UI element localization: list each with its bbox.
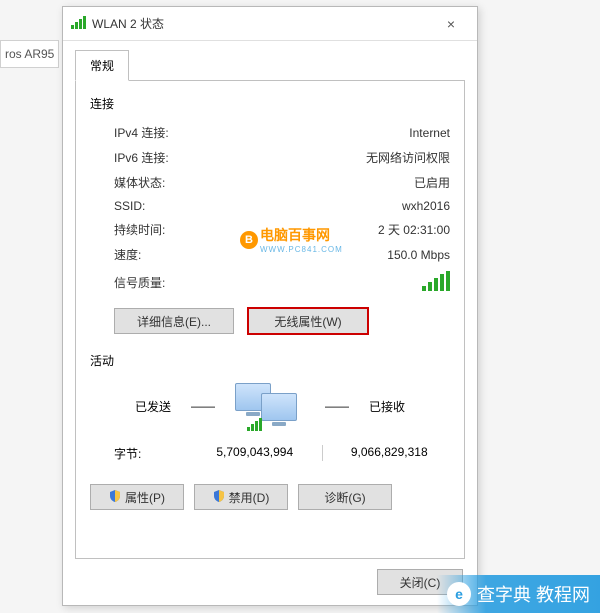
- row-signal: 信号质量:: [90, 267, 450, 298]
- corner-watermark-text: 查字典 教程网: [477, 581, 590, 607]
- ipv4-value: Internet: [409, 126, 450, 140]
- diagnose-button-label: 诊断(G): [324, 489, 365, 506]
- signal-value: [422, 271, 450, 294]
- bytes-row: 字节: 5,709,043,994 9,066,829,318: [90, 435, 450, 466]
- dash-right: ——: [325, 399, 349, 413]
- ipv6-label: IPv6 连接:: [114, 149, 366, 166]
- corner-watermark: e 查字典 教程网: [437, 575, 600, 613]
- row-ipv6: IPv6 连接: 无网络访问权限: [90, 145, 450, 170]
- wireless-properties-button[interactable]: 无线属性(W): [248, 308, 368, 334]
- row-ssid: SSID: wxh2016: [90, 195, 450, 217]
- activity-group-label: 活动: [90, 352, 450, 369]
- tab-strip: 常规: [63, 41, 477, 80]
- row-duration: 持续时间: 2 天 02:31:00: [90, 217, 450, 242]
- connection-buttons: 详细信息(E)... 无线属性(W): [90, 298, 450, 338]
- details-button[interactable]: 详细信息(E)...: [114, 308, 234, 334]
- disable-button[interactable]: 禁用(D): [194, 484, 288, 510]
- row-media: 媒体状态: 已启用: [90, 170, 450, 195]
- row-ipv4: IPv4 连接: Internet: [90, 120, 450, 145]
- signal-bars-icon: [422, 271, 450, 291]
- properties-button[interactable]: 属性(P): [90, 484, 184, 510]
- wlan-status-dialog: WLAN 2 状态 × 常规 连接 IPv4 连接: Internet IPv6…: [62, 6, 478, 606]
- ssid-label: SSID:: [114, 199, 402, 213]
- tab-body: 连接 IPv4 连接: Internet IPv6 连接: 无网络访问权限 媒体…: [75, 80, 465, 559]
- ipv6-value: 无网络访问权限: [366, 149, 450, 166]
- speed-value: 150.0 Mbps: [387, 248, 450, 262]
- corner-watermark-logo-icon: e: [447, 582, 471, 606]
- recv-label: 已接收: [369, 398, 405, 415]
- connection-group-label: 连接: [90, 95, 450, 112]
- tab-general[interactable]: 常规: [75, 50, 129, 81]
- ssid-value: wxh2016: [402, 199, 450, 213]
- row-speed: 速度: 150.0 Mbps: [90, 242, 450, 267]
- titlebar: WLAN 2 状态 ×: [63, 7, 477, 41]
- network-activity-icon: [235, 383, 305, 429]
- bytes-label: 字节:: [114, 445, 194, 462]
- media-label: 媒体状态:: [114, 174, 414, 191]
- recv-bytes: 9,066,829,318: [329, 445, 451, 462]
- divider: [322, 445, 323, 461]
- bottom-buttons: 属性(P) 禁用(D) 诊断(G): [90, 466, 450, 510]
- dialog-footer: 关闭(C): [63, 559, 477, 605]
- disable-button-label: 禁用(D): [229, 489, 270, 506]
- sent-bytes: 5,709,043,994: [194, 445, 316, 462]
- duration-value: 2 天 02:31:00: [378, 221, 450, 238]
- ipv4-label: IPv4 连接:: [114, 124, 409, 141]
- shield-icon: [109, 490, 121, 505]
- dash-left: ——: [191, 399, 215, 413]
- window-title: WLAN 2 状态: [92, 15, 433, 32]
- close-button[interactable]: ×: [433, 11, 469, 37]
- activity-graphic: 已发送 —— —— 已接收: [90, 377, 450, 435]
- properties-button-label: 属性(P): [125, 489, 165, 506]
- speed-label: 速度:: [114, 246, 387, 263]
- shield-icon: [213, 490, 225, 505]
- media-value: 已启用: [414, 174, 450, 191]
- diagnose-button[interactable]: 诊断(G): [298, 484, 392, 510]
- background-adapter-text: ros AR95: [0, 40, 59, 68]
- signal-label: 信号质量:: [114, 274, 422, 291]
- wifi-icon: [71, 13, 86, 34]
- duration-label: 持续时间:: [114, 221, 378, 238]
- sent-label: 已发送: [135, 398, 171, 415]
